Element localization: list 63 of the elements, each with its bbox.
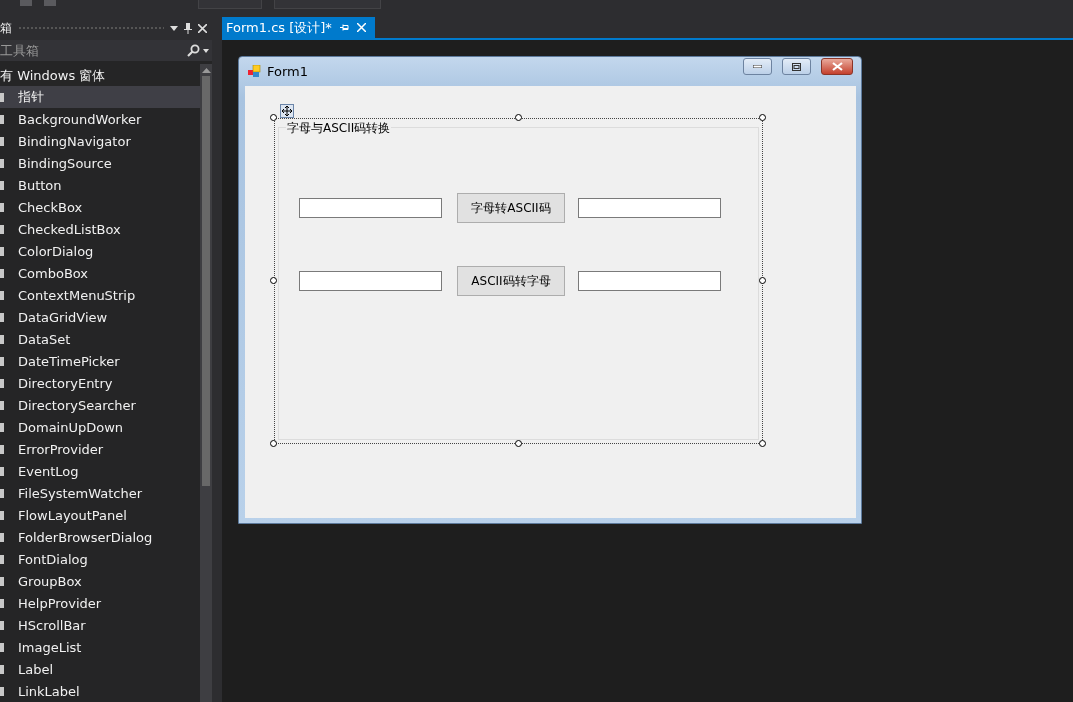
group-box-title: 字母与ASCII码转换	[286, 120, 392, 137]
toolbox-item[interactable]: BackgroundWorker	[0, 108, 200, 130]
convert-button[interactable]: ASCII码转字母	[457, 266, 565, 296]
toolbox-item[interactable]: HelpProvider	[0, 592, 200, 614]
category-header[interactable]: 有 Windows 窗体	[0, 66, 106, 85]
window-title: Form1	[267, 64, 310, 79]
search-field[interactable]: 工具箱	[0, 40, 212, 61]
convert-button[interactable]: 字母转ASCII码	[457, 193, 565, 223]
toolbox-item[interactable]: FontDialog	[0, 548, 200, 570]
toolbox-item[interactable]: 指针	[0, 86, 200, 108]
toolbox-item[interactable]: Label	[0, 658, 200, 680]
resize-handle[interactable]	[759, 440, 766, 447]
maximize-button[interactable]	[782, 58, 811, 75]
maximize-icon	[792, 62, 801, 71]
toolbox-item[interactable]: BindingNavigator	[0, 130, 200, 152]
toolbox-item[interactable]: DataSet	[0, 328, 200, 350]
form-icon	[248, 65, 261, 78]
search-icon	[187, 44, 200, 57]
panel-title: 箱	[0, 20, 12, 37]
toolbox-item[interactable]: ImageList	[0, 636, 200, 658]
toolbox-item[interactable]: ColorDialog	[0, 240, 200, 262]
toolbox-item[interactable]: FolderBrowserDialog	[0, 526, 200, 548]
output-field[interactable]	[578, 198, 721, 218]
document-tab[interactable]: Form1.cs [设计]*	[222, 17, 375, 38]
toolbox-item[interactable]: FlowLayoutPanel	[0, 504, 200, 526]
resize-handle[interactable]	[270, 277, 277, 284]
input-field[interactable]	[299, 198, 442, 218]
toolbox-item[interactable]: FileSystemWatcher	[0, 482, 200, 504]
close-icon	[831, 62, 843, 71]
input-field[interactable]	[299, 271, 442, 291]
toolbox-item[interactable]: ContextMenuStrip	[0, 284, 200, 306]
resize-handle[interactable]	[759, 277, 766, 284]
minimize-icon	[753, 65, 762, 68]
toolbox-item[interactable]: ErrorProvider	[0, 438, 200, 460]
toolbox-item[interactable]: Button	[0, 174, 200, 196]
toolbox-item[interactable]: BindingSource	[0, 152, 200, 174]
toolbox-item[interactable]: DataGridView	[0, 306, 200, 328]
close-icon[interactable]	[198, 24, 207, 33]
toolbox-item[interactable]: HScrollBar	[0, 614, 200, 636]
toolbox-item[interactable]: LinkLabel	[0, 680, 200, 702]
output-field[interactable]	[578, 271, 721, 291]
toolbox-item[interactable]: DirectorySearcher	[0, 394, 200, 416]
minimize-button[interactable]	[743, 58, 772, 75]
dropdown-icon[interactable]	[170, 26, 178, 31]
scroll-up-icon[interactable]	[201, 68, 211, 73]
toolbox-item[interactable]: DomainUpDown	[0, 416, 200, 438]
resize-handle[interactable]	[270, 440, 277, 447]
toolbox-item[interactable]: GroupBox	[0, 570, 200, 592]
resize-handle[interactable]	[514, 440, 522, 447]
pin-icon[interactable]	[184, 23, 192, 34]
toolbox-item[interactable]: DirectoryEntry	[0, 372, 200, 394]
close-button[interactable]	[821, 58, 853, 75]
move-handle-icon[interactable]	[280, 104, 294, 118]
toolbox-item[interactable]: CheckedListBox	[0, 218, 200, 240]
pin-icon[interactable]	[339, 24, 349, 31]
toolbox-item[interactable]: ComboBox	[0, 262, 200, 284]
resize-handle[interactable]	[514, 114, 522, 121]
toolbox-item[interactable]: CheckBox	[0, 196, 200, 218]
toolbox-item[interactable]: DateTimePicker	[0, 350, 200, 372]
resize-handle[interactable]	[759, 114, 766, 121]
toolbox-item[interactable]: EventLog	[0, 460, 200, 482]
resize-handle[interactable]	[270, 114, 277, 121]
dropdown-icon[interactable]	[203, 48, 209, 53]
